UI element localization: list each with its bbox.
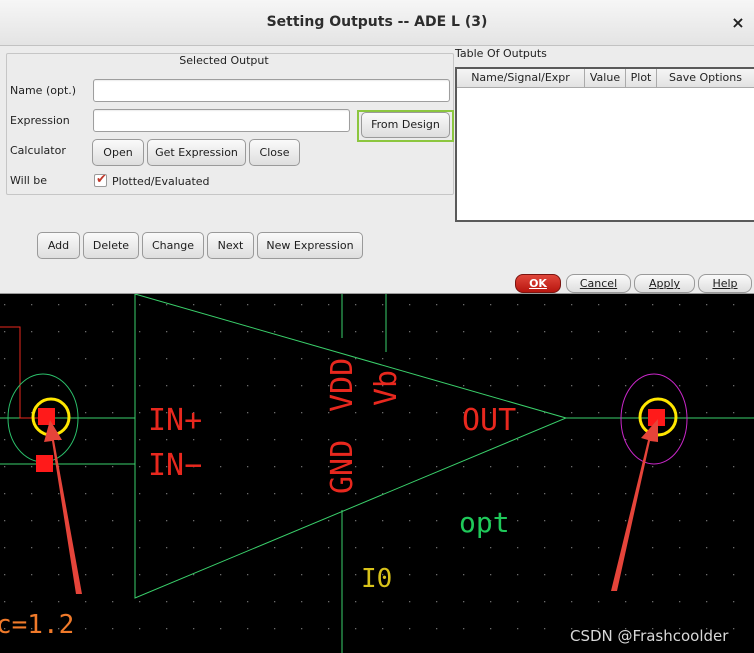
pin-label-vdd: VDD	[325, 358, 360, 412]
pin-label-in-minus: IN−	[148, 448, 202, 483]
name-label: Name (opt.)	[10, 84, 77, 97]
delete-button[interactable]: Delete	[83, 232, 139, 259]
pin-label-out: OUT	[462, 403, 516, 438]
in-plus-terminal[interactable]	[38, 408, 55, 425]
column-header-value[interactable]: Value	[585, 69, 626, 87]
plotted-checkbox[interactable]: ✔	[94, 172, 107, 187]
in-minus-terminal[interactable]	[36, 455, 53, 472]
cancel-label: Cancel	[579, 277, 618, 290]
from-design-highlight: From Design	[357, 110, 454, 142]
title-bar[interactable]: Setting Outputs -- ADE L (3) ×	[0, 0, 754, 46]
table-of-outputs-label: Table Of Outputs	[455, 47, 547, 60]
plotted-evaluated-label: Plotted/Evaluated	[112, 175, 210, 188]
cancel-button[interactable]: Cancel	[566, 274, 631, 293]
from-design-button[interactable]: From Design	[361, 112, 450, 138]
apply-button[interactable]: Apply	[634, 274, 695, 293]
new-expression-button[interactable]: New Expression	[257, 232, 363, 259]
apply-label: Apply	[648, 277, 681, 290]
selected-output-legend: Selected Output	[173, 54, 275, 67]
close-icon[interactable]: ×	[728, 12, 748, 34]
add-button[interactable]: Add	[37, 232, 80, 259]
column-header-name[interactable]: Name/Signal/Expr	[457, 69, 585, 87]
ok-button[interactable]: OK	[515, 274, 561, 293]
calculator-close-button[interactable]: Close	[249, 139, 300, 166]
next-button[interactable]: Next	[207, 232, 254, 259]
help-button[interactable]: Help	[698, 274, 752, 293]
check-icon: ✔	[96, 172, 107, 187]
name-input[interactable]	[93, 79, 450, 102]
expression-input[interactable]	[93, 109, 350, 132]
instance-name-label: I0	[361, 564, 392, 594]
will-be-label: Will be	[10, 174, 48, 187]
outputs-table[interactable]: Name/Signal/Expr Value Plot Save Options	[455, 67, 754, 222]
pin-label-gnd: GND	[325, 440, 360, 494]
setting-outputs-dialog: Setting Outputs -- ADE L (3) × Selected …	[0, 0, 754, 294]
ok-label: OK	[529, 277, 547, 290]
dialog-title: Setting Outputs -- ADE L (3)	[266, 14, 488, 30]
help-label: Help	[712, 277, 738, 290]
expression-label: Expression	[10, 114, 70, 127]
pin-label-vb: Vb	[369, 370, 404, 406]
calculator-label: Calculator	[10, 144, 66, 157]
calculator-open-button[interactable]: Open	[92, 139, 144, 166]
partial-param-label: c=1.2	[0, 610, 74, 640]
pin-label-in-plus: IN+	[148, 403, 202, 438]
watermark: CSDN @Frashcoolder	[570, 627, 729, 645]
schematic-canvas[interactable]: IN+ IN− OUT GND VDD Vb opt I0 c=1.2	[0, 294, 754, 653]
outputs-table-header: Name/Signal/Expr Value Plot Save Options	[457, 69, 754, 88]
column-header-save-options[interactable]: Save Options	[657, 69, 754, 87]
column-header-plot[interactable]: Plot	[626, 69, 657, 87]
param-opt-label: opt	[459, 506, 510, 539]
change-button[interactable]: Change	[142, 232, 204, 259]
get-expression-button[interactable]: Get Expression	[147, 139, 246, 166]
